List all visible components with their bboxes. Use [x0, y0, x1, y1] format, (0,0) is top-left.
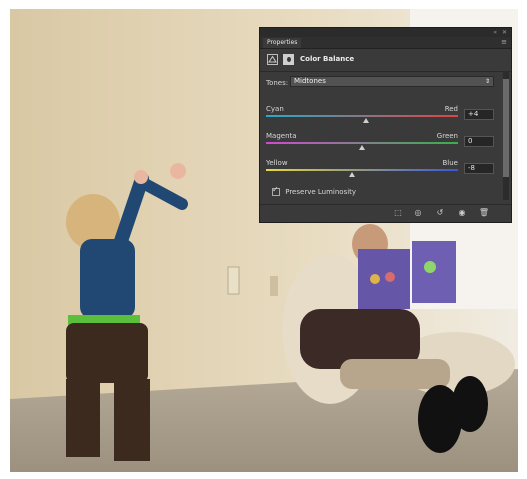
slider-left-label: Cyan	[266, 105, 284, 113]
slider-right-label: Blue	[442, 159, 459, 167]
chevron-updown-icon: ⇕	[484, 78, 490, 85]
slider-right-label: Red	[444, 105, 458, 113]
panel-title-bar[interactable]: « ✕	[260, 28, 511, 37]
slider-left-label: Yellow	[266, 159, 288, 167]
adjustment-icon[interactable]	[267, 54, 278, 65]
visibility-icon[interactable]: ◉	[456, 208, 468, 218]
checkbox-icon[interactable]	[272, 185, 280, 196]
scrollbar-thumb[interactable]	[503, 79, 509, 177]
cyan-red-slider: Cyan Red +4	[266, 105, 502, 131]
slider-value-field[interactable]: +4	[464, 109, 494, 120]
tones-row: Tones: Midtones ⇕	[260, 75, 511, 92]
properties-panel: « ✕ Properties ≡ Color Balance Tones: Mi…	[259, 27, 512, 223]
preserve-luminosity-checkbox[interactable]: Preserve Luminosity	[272, 185, 357, 196]
panel-scrollbar[interactable]	[503, 71, 509, 200]
slider-track[interactable]	[266, 169, 458, 171]
close-icon[interactable]: ✕	[502, 29, 507, 36]
reset-icon[interactable]: ↺	[434, 208, 446, 218]
tones-label: Tones:	[266, 79, 289, 87]
tab-properties[interactable]: Properties	[263, 38, 302, 48]
slider-thumb[interactable]	[349, 172, 356, 177]
slider-right-label: Green	[436, 132, 458, 140]
clip-to-layer-icon[interactable]: ⬚	[392, 208, 404, 218]
tones-dropdown[interactable]: Midtones ⇕	[290, 76, 494, 87]
panel-header: Color Balance	[260, 49, 511, 72]
view-previous-icon[interactable]: ◎	[412, 208, 424, 218]
slider-thumb[interactable]	[359, 145, 365, 150]
slider-track[interactable]	[266, 115, 458, 117]
magenta-green-slider: Magenta Green 0	[266, 132, 502, 158]
panel-title: Color Balance	[300, 55, 355, 63]
tones-value: Midtones	[294, 77, 326, 85]
trash-icon[interactable]: 🗑	[478, 208, 490, 218]
panel-bottom-toolbar: ⬚ ◎ ↺ ◉ 🗑	[260, 204, 511, 222]
slider-track[interactable]	[266, 142, 458, 144]
mask-icon[interactable]	[283, 54, 294, 65]
panel-tab-bar: Properties ≡	[260, 37, 511, 49]
panel-menu-icon[interactable]: ≡	[501, 38, 507, 47]
slider-left-label: Magenta	[266, 132, 297, 140]
preserve-luminosity-label: Preserve Luminosity	[285, 188, 357, 196]
collapse-icon[interactable]: «	[493, 29, 497, 36]
slider-thumb[interactable]	[362, 118, 369, 123]
slider-value-field[interactable]: 0	[464, 136, 494, 147]
yellow-blue-slider: Yellow Blue -8	[266, 159, 502, 185]
slider-value-field[interactable]: -8	[464, 163, 494, 174]
